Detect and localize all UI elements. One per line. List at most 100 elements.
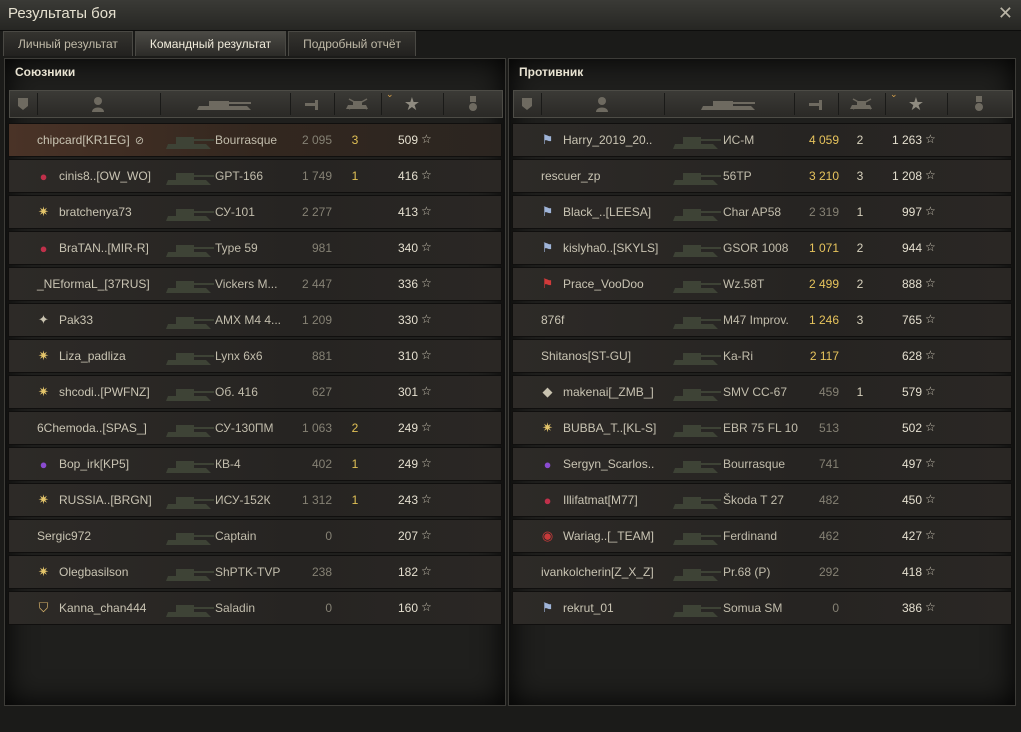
table-row[interactable]: rescuer_zp 56TP 3 210 3 1 208 ☆: [512, 159, 1012, 193]
damage-value: 292: [818, 565, 839, 579]
tank-name: Bourrasque: [215, 133, 278, 147]
hidden-eye-icon: ⊘: [134, 134, 145, 147]
xp-star-icon[interactable]: ⌄ ★: [886, 89, 947, 117]
xp-star-icon: ☆: [925, 204, 936, 218]
table-row[interactable]: ✷ BUBBA_T..[KL-S] EBR 75 FL 10 513 502 ☆: [512, 411, 1012, 445]
table-row[interactable]: ⚑ kislyha0..[SKYLS] GSOR 1008 1 071 2 944 ☆: [512, 231, 1012, 265]
player-name: Prace_VooDoo: [563, 277, 644, 291]
player-name: 6Chemoda..[SPAS_]: [37, 421, 147, 435]
player-name: bratchenya73: [59, 205, 132, 219]
table-row[interactable]: ✷ Liza_padliza Lynx 6x6 881 310 ☆: [8, 339, 502, 373]
table-row[interactable]: ✷ bratchenya73 СУ-101 2 277 413 ☆: [8, 195, 502, 229]
table-row[interactable]: 876f M47 Improv. 1 246 3 765 ☆: [512, 303, 1012, 337]
table-row[interactable]: ⚑ Black_..[LEESA] Char AP58 2 319 1 997 ☆: [512, 195, 1012, 229]
flag-emblem-icon: ⚑: [541, 240, 554, 255]
tab-team-result[interactable]: Командный результат: [134, 31, 287, 56]
xp-star-icon: ☆: [421, 204, 432, 218]
tank-image: [164, 271, 216, 297]
allies-title: Союзники: [15, 65, 76, 79]
player-name: ivankolcherin[Z_X_Z]: [541, 565, 654, 579]
damage-value: 402: [311, 457, 332, 471]
tank-name: AMX M4 4...: [215, 313, 282, 327]
kills-value: 2: [856, 241, 864, 255]
player-name: cinis8..[OW_WO]: [59, 169, 152, 183]
tank-icon[interactable]: [161, 91, 290, 117]
medal-icon[interactable]: [444, 91, 503, 117]
tank-image: [671, 559, 723, 585]
kills-value: 2: [856, 133, 864, 147]
player-icon[interactable]: [542, 91, 663, 117]
damage-value: 1 246: [808, 313, 839, 327]
tab-personal-result[interactable]: Личный результат: [3, 31, 133, 56]
xp-star-icon: ☆: [421, 528, 432, 542]
medal-icon[interactable]: [948, 91, 1011, 117]
table-row[interactable]: chipcard[KR1EG] ⊘ Bourrasque 2 095 3 509 ☆: [8, 123, 502, 157]
player-icon[interactable]: [38, 91, 159, 117]
table-row[interactable]: ivankolcherin[Z_X_Z] Pr.68 (P) 292 418 ☆: [512, 555, 1012, 589]
tank-name: Somua SM: [723, 601, 783, 615]
table-row[interactable]: ✦ Pak33 AMX M4 4... 1 209 330 ☆: [8, 303, 502, 337]
table-row[interactable]: ● Sergyn_Scarlos.. Bourrasque 741 497 ☆: [512, 447, 1012, 481]
tank-name: ShPTK-TVP: [215, 565, 281, 579]
table-row[interactable]: ◉ Wariag..[_TEAM] Ferdinand 462 427 ☆: [512, 519, 1012, 553]
tank-name: 56TP: [723, 169, 752, 183]
xp-value: 301: [397, 385, 418, 399]
compass-emblem-icon: ✦: [38, 312, 49, 327]
xp-star-icon: ☆: [421, 384, 432, 398]
damage-value: 0: [832, 601, 839, 615]
xp-value: 997: [901, 205, 922, 219]
shield-emblem-icon: ⛉: [38, 600, 49, 615]
xp-star-icon: ☆: [421, 420, 432, 434]
xp-star-icon: ☆: [421, 276, 432, 290]
close-icon[interactable]: ✕: [998, 3, 1013, 24]
kills-icon[interactable]: [839, 91, 885, 117]
table-row[interactable]: Sergic972 Captain 0 207 ☆: [8, 519, 502, 553]
tank-icon[interactable]: [665, 91, 794, 117]
tab-detailed-report[interactable]: Подробный отчёт: [288, 31, 417, 56]
table-row[interactable]: ✷ RUSSIA..[BRGN] ИСУ-152К 1 312 1 243 ☆: [8, 483, 502, 517]
platoon-icon[interactable]: [514, 91, 541, 117]
xp-star-icon: ☆: [925, 600, 936, 614]
table-row[interactable]: ● Bop_irk[KP5] КВ-4 402 1 249 ☆: [8, 447, 502, 481]
table-row[interactable]: 6Chemoda..[SPAS_] СУ-130ПМ 1 063 2 249 ☆: [8, 411, 502, 445]
damage-value: 462: [818, 529, 839, 543]
table-row[interactable]: ✷ Olegbasilson ShPTK-TVP 238 182 ☆: [8, 555, 502, 589]
tank-name: GPT-166: [215, 169, 264, 183]
table-row[interactable]: ● BraTAN..[MIR-R] Type 59 981 340 ☆: [8, 231, 502, 265]
xp-value: 336: [397, 277, 418, 291]
player-name: Bop_irk[KP5]: [59, 457, 130, 471]
table-row[interactable]: ◆ makenai[_ZMB_] SMV CC-67 459 1 579 ☆: [512, 375, 1012, 409]
player-name: rescuer_zp: [541, 169, 601, 183]
damage-icon[interactable]: [795, 91, 838, 117]
table-row[interactable]: ⚑ Prace_VooDoo Wz.58T 2 499 2 888 ☆: [512, 267, 1012, 301]
damage-value: 2 277: [301, 205, 332, 219]
table-row[interactable]: _NEformaL_[37RUS] Vickers M... 2 447 336 ☆: [8, 267, 502, 301]
tank-image: [671, 199, 723, 225]
xp-value: 340: [397, 241, 418, 255]
enemies-list: ⚑ Harry_2019_20.. ИС-М 4 059 2 1 263 ☆ rescuer_…: [512, 123, 1012, 627]
kills-icon[interactable]: [335, 91, 381, 117]
damage-value: 459: [818, 385, 839, 399]
allies-column-header: ⌄ ★: [9, 89, 503, 118]
diamond-emblem-icon: ◆: [542, 384, 553, 399]
tank-image: [671, 307, 723, 333]
damage-value: 2 319: [808, 205, 839, 219]
table-row[interactable]: ⚑ rekrut_01 Somua SM 0 386 ☆: [512, 591, 1012, 625]
kills-value: 2: [351, 421, 359, 435]
table-row[interactable]: ● Illifatmat[M77] Škoda T 27 482 450 ☆: [512, 483, 1012, 517]
damage-value: 2 117: [809, 349, 839, 363]
table-row[interactable]: ● cinis8..[OW_WO] GPT-166 1 749 1 416 ☆: [8, 159, 502, 193]
xp-star-icon[interactable]: ⌄ ★: [382, 89, 443, 117]
table-row[interactable]: Shitanos[ST-GU] Ka-Ri 2 117 628 ☆: [512, 339, 1012, 373]
tank-name: ИСУ-152К: [215, 493, 271, 507]
damage-value: 3 210: [808, 169, 839, 183]
platoon-icon[interactable]: [10, 91, 37, 117]
table-row[interactable]: ⚑ Harry_2019_20.. ИС-М 4 059 2 1 263 ☆: [512, 123, 1012, 157]
flag-emblem-icon: ⚑: [541, 600, 554, 615]
table-row[interactable]: ⛉ Kanna_chan444 Saladin 0 160 ☆: [8, 591, 502, 625]
xp-star-icon: ☆: [925, 492, 936, 506]
xp-star-icon: ☆: [925, 132, 936, 146]
damage-icon[interactable]: [291, 91, 334, 117]
table-row[interactable]: ✷ shcodi..[PWFNZ] Об. 416 627 301 ☆: [8, 375, 502, 409]
red-eye-emblem-icon: ◉: [541, 528, 554, 543]
